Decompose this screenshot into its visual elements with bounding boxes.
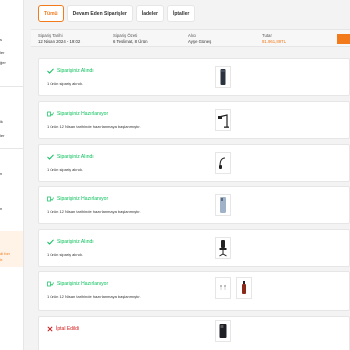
shipment-status: İptal Edildi — [47, 326, 79, 332]
order-total: Tutar 81.961,89TL — [262, 33, 286, 45]
product-thumbnail-phone[interactable] — [215, 66, 231, 88]
order-filter-tabs: Tümü Devam Eden Siparişler İadeler İptal… — [38, 5, 196, 22]
shipment-note: 1 ürün 12 Nisan tarihinde hazırlanmaya b… — [47, 209, 141, 214]
sidebar-item[interactable]: ik — [0, 119, 3, 124]
shipment-note: 1 ürün sipariş alındı. — [47, 252, 84, 257]
order-date-value: 12 Nisan 2024 - 19:02 — [38, 39, 81, 44]
product-thumbnail-phone-dark[interactable] — [215, 320, 231, 342]
promo-text: di fon — [0, 251, 10, 256]
sidebar-item[interactable]: ler — [0, 50, 4, 55]
product-thumbnail-office-chair[interactable] — [215, 237, 231, 259]
sidebar-item[interactable]: ğer — [0, 60, 6, 65]
sidebar-divider — [0, 86, 23, 87]
shipment-status: Siparişiniz Alındı — [47, 68, 94, 74]
office-chair-image — [219, 240, 227, 257]
shipment-card: Siparişiniz Hazırlanıyor 1 ürün 12 Nisan… — [38, 186, 350, 224]
shipment-card: Siparişiniz Hazırlanıyor 1 ürün 12 Nisan… — [38, 101, 350, 139]
shipment-status: Siparişiniz Hazırlanıyor — [47, 281, 108, 287]
shipment-status-text: İptal Edildi — [56, 326, 80, 332]
shipment-status: Siparişiniz Alındı — [47, 154, 94, 160]
order-summary-header: Sipariş Tarihi 12 Nisan 2024 - 19:02 Sip… — [31, 29, 350, 47]
tab-all[interactable]: Tümü — [38, 5, 64, 22]
phone-image — [219, 324, 227, 338]
shipment-status-text: Siparişiniz Hazırlanıyor — [57, 196, 109, 202]
sidebar-item[interactable]: s — [0, 37, 2, 42]
shipment-status-text: Siparişiniz Alındı — [57, 154, 94, 160]
desk-lamp-image — [218, 114, 229, 128]
phone-case-image — [220, 197, 226, 213]
shipment-status-text: Siparişiniz Hazırlanıyor — [57, 111, 109, 117]
check-icon — [47, 154, 54, 160]
shipment-status-text: Siparişiniz Alındı — [57, 239, 94, 245]
order-date: Sipariş Tarihi 12 Nisan 2024 - 19:02 — [38, 33, 80, 45]
product-thumbnail-headphones[interactable] — [215, 152, 231, 174]
check-icon — [47, 68, 54, 74]
phone-image — [220, 69, 226, 85]
product-thumbnail-desk-lamp[interactable] — [215, 109, 231, 131]
sidebar-item[interactable]: n — [0, 171, 2, 176]
sidebar-promo-banner[interactable]: di fon ir. — [0, 231, 23, 267]
close-icon — [47, 326, 53, 332]
shipment-status: Siparişiniz Hazırlanıyor — [47, 111, 108, 117]
earrings-image — [220, 285, 226, 290]
order-overview: Sipariş Özeti 6 Teslimat, 8 Ürün — [113, 33, 148, 45]
sidebar-divider — [0, 148, 23, 149]
bottle-image — [242, 281, 246, 294]
shipment-status: Siparişiniz Hazırlanıyor — [47, 196, 108, 202]
check-icon — [47, 239, 54, 245]
package-check-icon — [47, 196, 54, 202]
sidebar-item[interactable]: n — [0, 206, 2, 211]
shipment-card: Siparişiniz Hazırlanıyor 1 ürün 12 Nisan… — [38, 271, 350, 311]
tab-cancellations[interactable]: İptaller — [166, 5, 196, 22]
shipment-card: Siparişiniz Alındı 1 ürün sipariş alındı… — [38, 58, 350, 96]
order-detail-button[interactable] — [337, 34, 350, 44]
product-thumbnail-phone-case[interactable] — [215, 194, 231, 216]
product-thumbnail-bottle[interactable] — [236, 277, 252, 299]
package-check-icon — [47, 281, 54, 287]
order-overview-value: 6 Teslimat, 8 Ürün — [113, 39, 148, 44]
headphones-image — [219, 157, 226, 169]
sidebar-item[interactable]: ler — [0, 133, 4, 138]
shipment-card: Siparişiniz Alındı 1 ürün sipariş alındı… — [38, 144, 350, 182]
account-sidebar: s ler ğer ik ler n n di fon ir. — [0, 0, 24, 350]
shipment-note: 1 ürün sipariş alındı. — [47, 81, 84, 86]
product-thumbnail-earrings[interactable] — [215, 277, 231, 299]
shipment-card: Siparişiniz Alındı 1 ürün sipariş alındı… — [38, 229, 350, 267]
total-value: 81.961,89TL — [262, 39, 287, 44]
shipment-status-text: Siparişiniz Hazırlanıyor — [57, 281, 109, 287]
order-buyer: Alıcı Ayşe Güneş — [188, 33, 211, 45]
shipment-note: 1 ürün sipariş alındı. — [47, 167, 84, 172]
shipment-status: Siparişiniz Alındı — [47, 239, 94, 245]
shipment-note: 1 ürün 12 Nisan tarihinde hazırlanmaya b… — [47, 294, 141, 299]
shipment-note: 1 ürün 12 Nisan tarihinde hazırlanmaya b… — [47, 124, 141, 129]
shipment-card: İptal Edildi — [38, 316, 350, 350]
buyer-value: Ayşe Güneş — [188, 39, 212, 44]
package-check-icon — [47, 111, 54, 117]
promo-text: ir. — [0, 257, 4, 262]
shipment-status-text: Siparişiniz Alındı — [57, 68, 94, 74]
tab-ongoing-orders[interactable]: Devam Eden Siparişler — [66, 5, 133, 22]
tab-returns[interactable]: İadeler — [135, 5, 164, 22]
